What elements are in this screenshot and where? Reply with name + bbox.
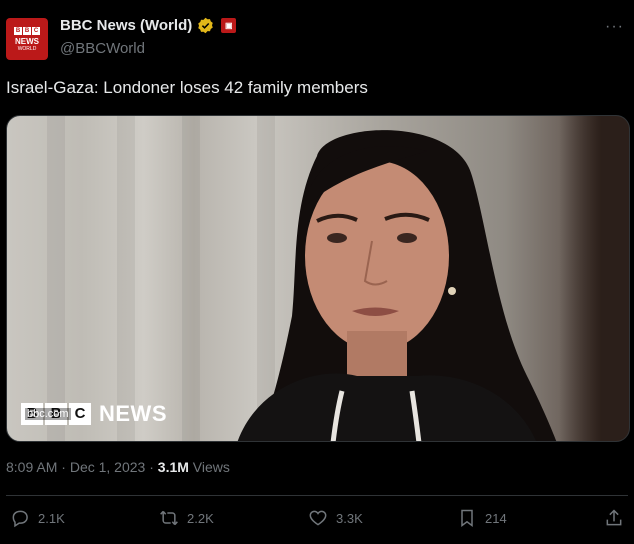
avatar-letter-b2: B — [23, 26, 31, 35]
meta-separator: · — [149, 459, 158, 475]
tweet-text: Israel-Gaza: Londoner loses 42 family me… — [6, 78, 368, 97]
bbc-logo-mini: B B C — [14, 26, 40, 35]
bookmark-icon — [461, 509, 473, 527]
tweet-meta: 8:09 AM · Dec 1, 2023 · 3.1M Views — [6, 459, 230, 475]
share-button[interactable] — [604, 508, 624, 528]
avatar-letter-c: C — [32, 26, 40, 35]
tweet-date[interactable]: Dec 1, 2023 — [70, 459, 146, 475]
avatar-letter-b1: B — [14, 26, 22, 35]
bbc-news-watermark: B B C NEWS bbc.com — [21, 401, 167, 427]
reply-count: 2.1K — [38, 510, 65, 526]
author-name-row: BBC News (World) ▣ — [60, 17, 237, 34]
repost-icon — [160, 510, 178, 526]
share-icon — [606, 509, 622, 526]
like-count: 3.3K — [336, 510, 363, 526]
views-count: 3.1M — [157, 459, 189, 475]
bookmark-button[interactable]: 214 — [457, 508, 507, 528]
divider — [6, 495, 628, 496]
bookmark-count: 214 — [485, 510, 507, 526]
curtain-fold — [47, 116, 65, 441]
person-figure — [237, 130, 557, 441]
repost-count: 2.2K — [187, 510, 214, 526]
avatar-news-text: NEWS — [15, 36, 39, 46]
watermark-news-text: NEWS — [99, 401, 167, 426]
tweet-actions-bar: 2.1K 2.2K 3.3K 214 — [0, 508, 634, 536]
author-display-name[interactable]: BBC News (World) — [60, 17, 192, 34]
avatar-world-text: WORLD — [17, 45, 37, 52]
watermark-site-text: bbc.com — [25, 408, 71, 420]
affiliate-bbc-icon[interactable]: ▣ — [221, 18, 237, 33]
tweet-media-image[interactable]: B B C NEWS bbc.com — [6, 115, 630, 442]
like-button[interactable]: 3.3K — [308, 508, 363, 528]
heart-icon — [309, 510, 327, 526]
author-handle[interactable]: @BBCWorld — [60, 40, 145, 57]
views-label: Views — [192, 459, 230, 475]
reply-icon — [12, 510, 28, 528]
meta-separator: · — [61, 459, 70, 475]
curtain-fold — [117, 116, 135, 441]
repost-button[interactable]: 2.2K — [159, 508, 214, 528]
reply-button[interactable]: 2.1K — [10, 508, 65, 528]
tweet-header: B B C NEWS WORLD BBC News (World) ▣ @BBC… — [6, 14, 628, 62]
verified-badge-icon[interactable] — [197, 17, 214, 34]
watermark-letter-c: C — [69, 403, 91, 425]
tweet-time[interactable]: 8:09 AM — [6, 459, 57, 475]
more-options-icon[interactable]: ··· — [605, 18, 624, 36]
avatar[interactable]: B B C NEWS WORLD — [6, 18, 48, 60]
